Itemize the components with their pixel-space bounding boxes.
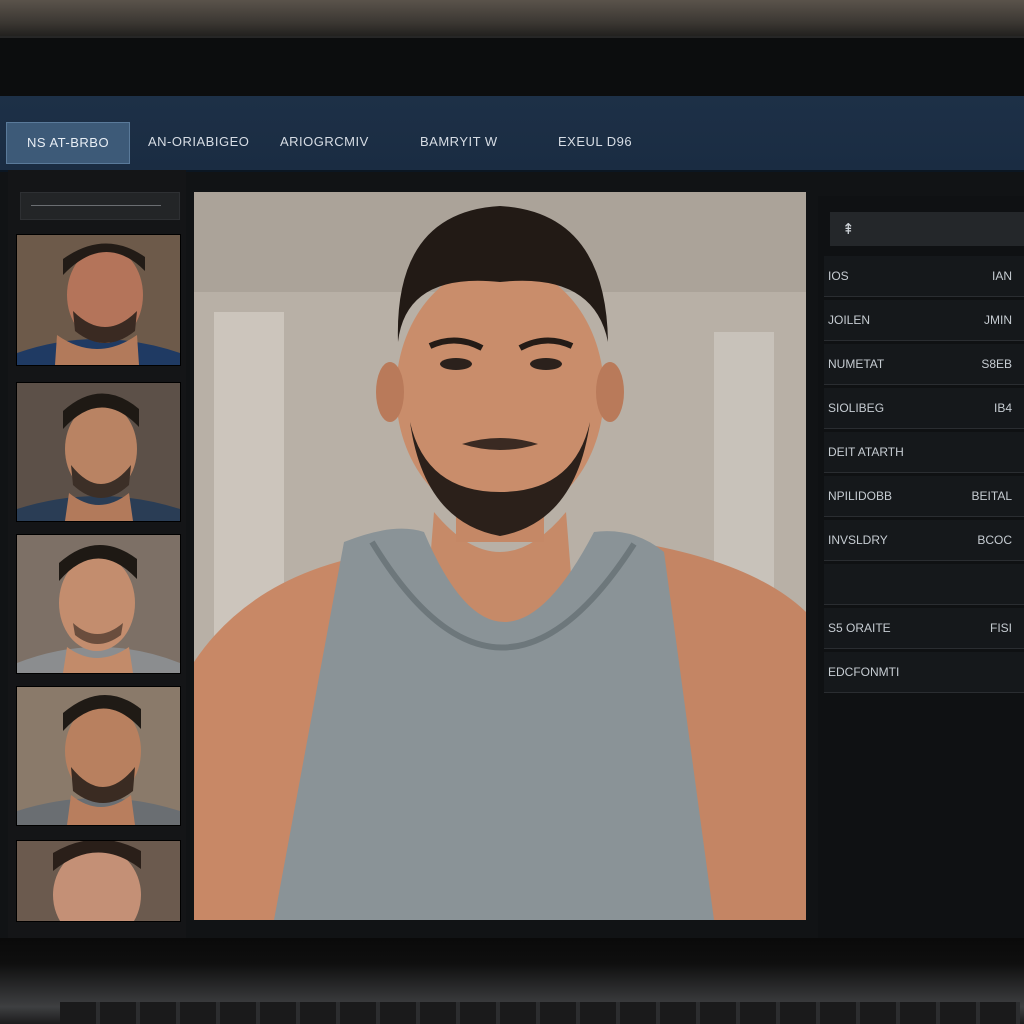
thumbnail-3-image [17,535,180,673]
search-placeholder-line [31,205,161,206]
thumbnail-4-image [17,687,180,825]
property-row[interactable]: S5 ORAITE FISI [824,608,1024,649]
property-row[interactable]: NPILIDOBB BEITAL [824,476,1024,517]
property-value: IB4 [993,401,1012,415]
pin-icon[interactable]: ⇞ [842,220,855,238]
thumbnail-5-image [17,841,180,921]
thumbnail-3[interactable] [16,534,181,674]
property-key: S5 ORAITE [828,621,891,635]
main-photo[interactable] [194,192,806,920]
properties-panel: ⇞ IOS IAN JOILEN JMIN NUMETAT S8EB SIOLI… [818,196,1024,938]
property-key: NPILIDOBB [828,489,893,503]
property-key: DEIT ATARTH [828,445,904,459]
property-row[interactable]: DEIT ATARTH [824,432,1024,473]
thumbnail-1-image [17,235,180,365]
property-row[interactable] [824,564,1024,605]
property-row[interactable]: SIOLIBEG IB4 [824,388,1024,429]
property-row[interactable]: NUMETAT S8EB [824,344,1024,385]
property-value: FISI [989,621,1012,635]
property-key: IOS [828,269,849,283]
property-value: IAN [991,269,1012,283]
tab-bar: NS AT-BRBO AN-ORIABIGEO ARIOGRCMIV BAMRY… [0,96,1024,172]
property-value: JMIN [984,313,1012,327]
property-key: EDCFONMTI [828,665,900,679]
property-value: S8EB [981,357,1012,371]
panel-header[interactable]: ⇞ [830,212,1024,246]
tab-4[interactable]: BAMRYIT W [420,122,498,162]
property-value: BEITAL [971,489,1012,503]
tab-5[interactable]: EXEUL D96 [558,122,632,162]
thumbnail-2-image [17,383,180,521]
property-row[interactable]: IOS IAN [824,256,1024,297]
thumbnail-5[interactable] [16,840,181,922]
property-key: INVSLDRY [828,533,888,547]
property-row[interactable]: EDCFONMTI [824,652,1024,693]
search-field[interactable] [20,192,180,220]
app-window: NS AT-BRBO AN-ORIABIGEO ARIOGRCMIV BAMRY… [0,96,1024,938]
property-value: BCOC [977,533,1012,547]
tab-2[interactable]: AN-ORIABIGEO [148,122,249,162]
property-row[interactable]: JOILEN JMIN [824,300,1024,341]
property-key: JOILEN [828,313,871,327]
tab-1[interactable]: NS AT-BRBO [6,122,131,164]
thumbnail-4[interactable] [16,686,181,826]
thumbnail-1[interactable] [16,234,181,366]
keyboard [60,1002,1020,1024]
thumbnail-sidebar [8,170,186,938]
property-row[interactable]: INVSLDRY BCOC [824,520,1024,561]
property-key: SIOLIBEG [828,401,885,415]
property-key: NUMETAT [828,357,885,371]
thumbnail-2[interactable] [16,382,181,522]
main-photo-image [194,192,806,920]
tab-3[interactable]: ARIOGRCMIV [280,122,369,162]
